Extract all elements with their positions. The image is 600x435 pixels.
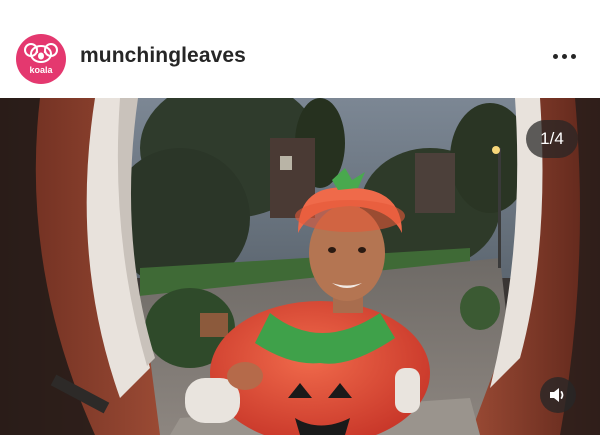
avatar[interactable]: koala [16,34,66,84]
media-counter: 1/4 [526,120,578,158]
more-horizontal-icon [553,54,558,59]
more-horizontal-icon [571,54,576,59]
koala-logo-icon [24,43,58,63]
more-options-button[interactable] [550,47,580,67]
more-horizontal-icon [562,54,567,59]
sound-toggle-button[interactable] [540,377,576,413]
doorbell-photo [0,98,600,435]
username[interactable]: munchingleaves [80,44,246,68]
post-header: koala munchingleaves [0,0,600,98]
avatar-label: koala [29,65,53,75]
speaker-icon [550,388,564,402]
post-media[interactable]: 1/4 [0,98,600,435]
